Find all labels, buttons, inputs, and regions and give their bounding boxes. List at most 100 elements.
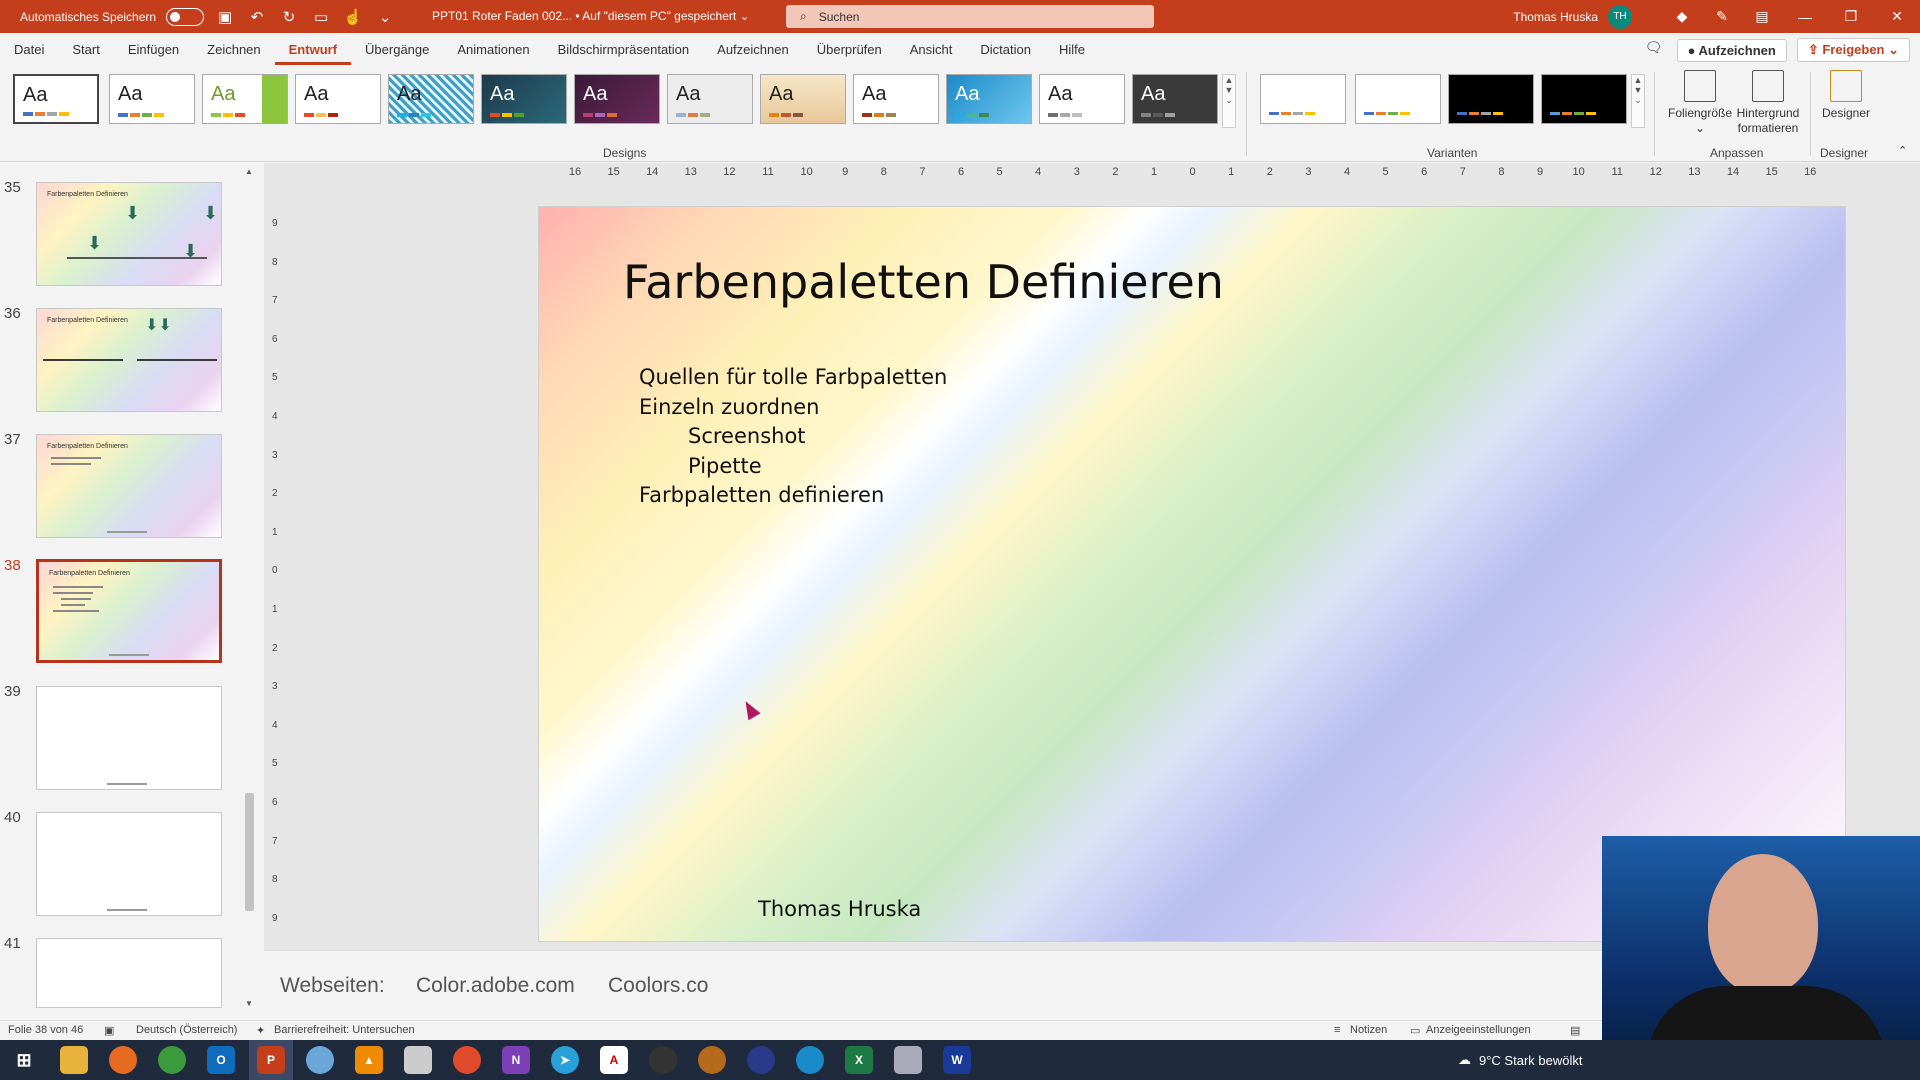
app-icon[interactable] bbox=[404, 1046, 432, 1074]
scroll-up-icon[interactable]: ▲ bbox=[242, 167, 256, 181]
slide-body-text[interactable]: Quellen für tolle Farbpaletten Einzeln z… bbox=[639, 363, 947, 511]
theme-5[interactable]: Aa bbox=[388, 74, 474, 124]
themes-gallery-scroll[interactable]: ▲ ▼ ⌄ bbox=[1222, 74, 1236, 128]
edge-icon[interactable] bbox=[796, 1046, 824, 1074]
vlc-icon[interactable]: ▲ bbox=[355, 1046, 383, 1074]
tab-bildschirmpraesentation[interactable]: Bildschirmpräsentation bbox=[544, 33, 704, 66]
present-from-start-icon[interactable]: ▭ bbox=[310, 6, 332, 28]
powerpoint-icon[interactable]: P bbox=[257, 1046, 285, 1074]
current-slide[interactable]: Farbenpaletten Definieren Quellen für to… bbox=[538, 206, 1846, 942]
scrollbar-thumb[interactable] bbox=[245, 793, 254, 911]
app-icon[interactable] bbox=[747, 1046, 775, 1074]
windows-start-icon[interactable]: ⊞ bbox=[10, 1046, 38, 1074]
collapse-ribbon-icon[interactable]: ⌃ bbox=[1898, 144, 1907, 157]
app-icon[interactable] bbox=[306, 1046, 334, 1074]
app-icon[interactable] bbox=[894, 1046, 922, 1074]
display-settings-button[interactable]: Anzeigeeinstellungen bbox=[1426, 1024, 1531, 1036]
slide-author-footer[interactable]: Thomas Hruska bbox=[758, 897, 921, 921]
slide-thumbnail-41[interactable] bbox=[36, 938, 222, 1008]
app-icon[interactable] bbox=[698, 1046, 726, 1074]
theme-sample-text: Aa bbox=[1141, 83, 1166, 105]
autosave-toggle[interactable] bbox=[166, 7, 205, 26]
theme-4[interactable]: Aa bbox=[295, 74, 381, 124]
variants-gallery-scroll[interactable]: ▲ ▼ ⌄ bbox=[1631, 74, 1645, 128]
tab-hilfe[interactable]: Hilfe bbox=[1045, 33, 1099, 66]
close-icon[interactable]: ✕ bbox=[1874, 8, 1920, 25]
chrome-icon[interactable] bbox=[158, 1046, 186, 1074]
weather-widget[interactable]: ☁ 9°C Stark bewölkt bbox=[1458, 1052, 1582, 1068]
onenote-icon[interactable]: N bbox=[502, 1046, 530, 1074]
tab-start[interactable]: Start bbox=[58, 33, 113, 66]
designer-button[interactable]: Designer bbox=[1818, 70, 1874, 121]
redo-icon[interactable]: ↻ bbox=[278, 6, 300, 28]
thumbnail-scrollbar[interactable]: ▲ ▼ bbox=[242, 167, 256, 1013]
theme-10[interactable]: Aa bbox=[853, 74, 939, 124]
touch-mode-icon[interactable]: ☝ bbox=[342, 6, 364, 28]
restore-icon[interactable]: ❐ bbox=[1828, 8, 1874, 25]
tab-animationen[interactable]: Animationen bbox=[443, 33, 543, 66]
tab-dictation[interactable]: Dictation bbox=[966, 33, 1045, 66]
variant-2[interactable] bbox=[1355, 74, 1441, 124]
slide-thumbnail-40[interactable] bbox=[36, 812, 222, 916]
obs-icon[interactable] bbox=[649, 1046, 677, 1074]
slide-size-button[interactable]: Foliengröße ⌄ bbox=[1662, 70, 1738, 136]
theme-9[interactable]: Aa bbox=[760, 74, 846, 124]
slide-thumbnail-38[interactable]: Farbenpaletten Definieren bbox=[36, 559, 222, 663]
theme-3[interactable]: Aa bbox=[202, 74, 288, 124]
tab-einfuegen[interactable]: Einfügen bbox=[114, 33, 193, 66]
bullet-item: Farbpaletten definieren bbox=[639, 483, 885, 507]
language-status[interactable]: Deutsch (Österreich) bbox=[136, 1024, 237, 1036]
tab-ansicht[interactable]: Ansicht bbox=[896, 33, 967, 66]
variant-1[interactable] bbox=[1260, 74, 1346, 124]
normal-view-icon[interactable]: ▤ bbox=[1570, 1024, 1580, 1037]
theme-12[interactable]: Aa bbox=[1039, 74, 1125, 124]
user-name[interactable]: Thomas Hruska bbox=[1513, 10, 1598, 24]
slide-thumbnail-36[interactable]: Farbenpaletten Definieren ⬇⬇ bbox=[36, 308, 222, 412]
document-title[interactable]: PPT01 Roter Faden 002... • Auf "diesem P… bbox=[432, 9, 750, 23]
minimize-icon[interactable]: — bbox=[1782, 9, 1828, 25]
tab-datei[interactable]: Datei bbox=[0, 33, 58, 66]
tab-zeichnen[interactable]: Zeichnen bbox=[193, 33, 274, 66]
tab-uebergaenge[interactable]: Übergänge bbox=[351, 33, 443, 66]
share-button[interactable]: ⇪ Freigeben ⌄ bbox=[1796, 38, 1910, 62]
scroll-down-icon[interactable]: ▼ bbox=[242, 999, 256, 1013]
tab-entwurf[interactable]: Entwurf bbox=[274, 35, 352, 65]
search-box[interactable]: ⌕ Suchen bbox=[786, 5, 1154, 28]
word-icon[interactable]: W bbox=[943, 1046, 971, 1074]
format-background-button[interactable]: Hintergrund formatieren bbox=[1732, 70, 1804, 136]
tab-ueberpruefen[interactable]: Überprüfen bbox=[803, 33, 896, 66]
slide-thumbnail-35[interactable]: Farbenpaletten Definieren ⬇ ⬇ ⬇ ⬇ bbox=[36, 182, 222, 286]
spellcheck-icon[interactable]: ▣ bbox=[104, 1024, 114, 1037]
theme-11[interactable]: Aa bbox=[946, 74, 1032, 124]
variant-4[interactable] bbox=[1541, 74, 1627, 124]
outlook-icon[interactable]: O bbox=[207, 1046, 235, 1074]
avatar[interactable]: TH bbox=[1608, 4, 1632, 29]
app-icon[interactable] bbox=[453, 1046, 481, 1074]
excel-icon[interactable]: X bbox=[845, 1046, 873, 1074]
premium-diamond-icon[interactable]: ◆ bbox=[1662, 8, 1702, 25]
notes-toggle[interactable]: Notizen bbox=[1350, 1024, 1387, 1036]
save-icon[interactable]: ▣ bbox=[214, 6, 236, 28]
accessibility-status[interactable]: Barrierefreiheit: Untersuchen bbox=[274, 1024, 415, 1036]
record-button[interactable]: ● Aufzeichnen bbox=[1676, 38, 1787, 62]
comment-icon[interactable]: 🗨 bbox=[1641, 39, 1667, 61]
theme-13[interactable]: Aa bbox=[1132, 74, 1218, 124]
slide-thumbnail-37[interactable]: Farbenpaletten Definieren bbox=[36, 434, 222, 538]
file-explorer-icon[interactable] bbox=[60, 1046, 88, 1074]
undo-icon[interactable]: ↶ bbox=[246, 6, 268, 28]
customize-qat-icon[interactable]: ⌄ bbox=[374, 6, 396, 28]
theme-2[interactable]: Aa bbox=[109, 74, 195, 124]
pen-icon[interactable]: ✎ bbox=[1702, 8, 1742, 25]
tab-aufzeichnen[interactable]: Aufzeichnen bbox=[703, 33, 803, 66]
ribbon-display-icon[interactable]: ▤ bbox=[1742, 8, 1782, 25]
telegram-icon[interactable]: ➤ bbox=[551, 1046, 579, 1074]
firefox-icon[interactable] bbox=[109, 1046, 137, 1074]
variant-3[interactable] bbox=[1448, 74, 1534, 124]
theme-office[interactable]: Aa bbox=[13, 74, 99, 124]
slide-title[interactable]: Farbenpaletten Definieren bbox=[623, 255, 1224, 309]
theme-6[interactable]: Aa bbox=[481, 74, 567, 124]
app-icon[interactable]: A bbox=[600, 1046, 628, 1074]
theme-7[interactable]: Aa bbox=[574, 74, 660, 124]
slide-thumbnail-39[interactable] bbox=[36, 686, 222, 790]
theme-8[interactable]: Aa bbox=[667, 74, 753, 124]
